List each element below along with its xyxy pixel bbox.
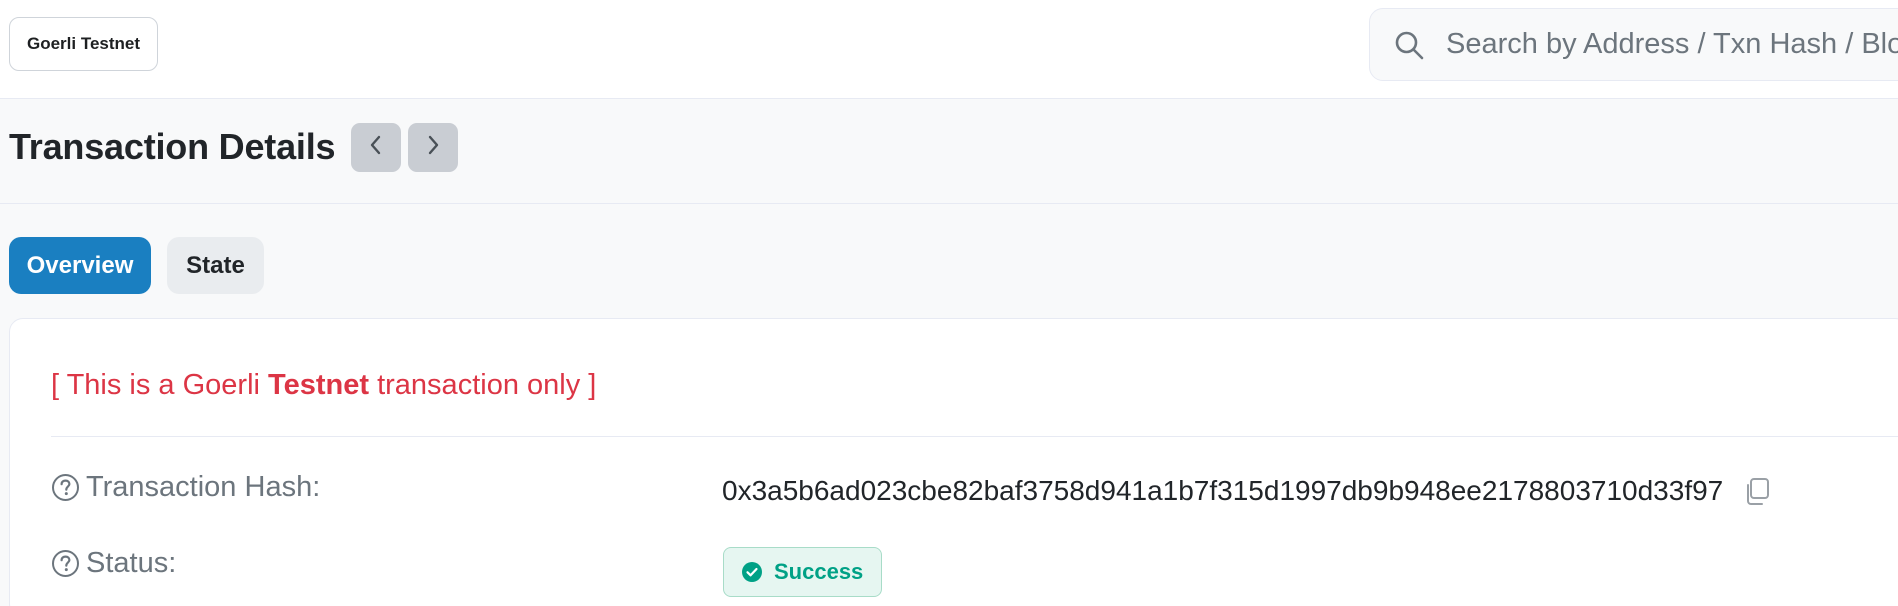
top-bar: Goerli Testnet bbox=[0, 0, 1898, 99]
transaction-card: [ This is a Goerli Testnet transaction o… bbox=[9, 318, 1898, 606]
chevron-right-icon bbox=[425, 134, 441, 161]
status-label-row: Status: bbox=[51, 547, 176, 580]
hash-label-row: Transaction Hash: bbox=[51, 471, 320, 504]
next-transaction-button[interactable] bbox=[408, 122, 459, 172]
check-circle-icon bbox=[740, 560, 764, 584]
copy-icon[interactable] bbox=[1741, 475, 1773, 507]
question-circle-icon[interactable] bbox=[51, 473, 80, 502]
tab-bar: Overview State bbox=[9, 237, 264, 294]
transaction-hash-value[interactable]: 0x3a5b6ad023cbe82baf3758d941a1b7f315d199… bbox=[722, 475, 1723, 507]
previous-transaction-button[interactable] bbox=[351, 122, 402, 172]
divider bbox=[51, 436, 1898, 437]
transaction-hash-label: Transaction Hash: bbox=[86, 471, 321, 503]
transaction-hash-value-wrap: 0x3a5b6ad023cbe82baf3758d941a1b7f315d199… bbox=[722, 475, 1773, 507]
page-title: Transaction Details bbox=[9, 126, 336, 167]
notice-emphasis: Testnet bbox=[268, 369, 370, 401]
notice-suffix: transaction only ] bbox=[369, 369, 597, 401]
status-badge: Success bbox=[723, 547, 883, 597]
search-icon[interactable] bbox=[1392, 28, 1426, 62]
status-value: Success bbox=[774, 559, 864, 584]
search-input[interactable] bbox=[1446, 28, 1898, 61]
chevron-left-icon bbox=[368, 134, 384, 161]
testnet-notice: [ This is a Goerli Testnet transaction o… bbox=[51, 369, 596, 402]
status-label: Status: bbox=[86, 547, 177, 579]
tab-overview[interactable]: Overview bbox=[9, 237, 151, 294]
search-box[interactable] bbox=[1369, 8, 1898, 81]
divider bbox=[0, 203, 1898, 204]
notice-prefix: [ This is a Goerli bbox=[51, 369, 269, 401]
question-circle-icon[interactable] bbox=[51, 549, 80, 578]
title-row: Transaction Details bbox=[9, 122, 459, 172]
tab-state[interactable]: State bbox=[167, 237, 264, 294]
network-badge[interactable]: Goerli Testnet bbox=[9, 17, 159, 71]
